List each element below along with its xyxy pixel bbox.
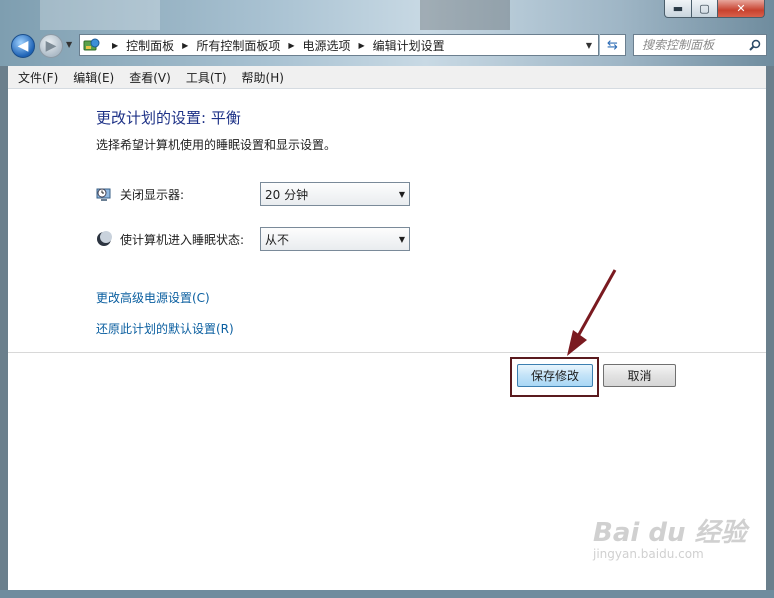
arrow-left-icon: ◀ [17,38,29,54]
watermark-logo: Bai du 经验 [593,518,747,548]
annotation-arrow [567,269,617,356]
display-off-select[interactable]: 20 分钟 ▼ [260,182,410,206]
sleep-label: 使计算机进入睡眠状态: [120,232,245,247]
save-button[interactable]: 保存修改 [517,364,593,387]
divider [8,352,766,353]
breadcrumb-separator[interactable]: ▶ [182,41,188,50]
background-blur [40,0,160,30]
back-button[interactable]: ◀ [11,34,35,58]
baidu-watermark: Bai du 经验 jingyan.baidu.com [593,512,747,561]
breadcrumb-all-items[interactable]: 所有控制面板项 [196,37,280,54]
breadcrumb-separator: ▶ [112,40,119,50]
menu-bar: 文件(F) 编辑(E) 查看(V) 工具(T) 帮助(H) [8,66,766,89]
breadcrumb-edit-plan[interactable]: 编辑计划设置 [373,37,445,54]
window-bottom-edge [0,590,774,598]
display-off-label: 关闭显示器: [120,187,185,202]
advanced-power-settings-link[interactable]: 更改高级电源设置(C) [96,289,210,306]
window-titlebar [0,0,774,66]
sleep-row: 使计算机进入睡眠状态: [96,227,255,251]
forward-button[interactable]: ▶ [39,34,63,58]
maximize-button[interactable]: ▢ [691,0,718,18]
address-dropdown-icon[interactable]: ▼ [586,41,592,50]
menu-view[interactable]: 查看(V) [124,69,176,86]
search-input[interactable] [640,37,748,53]
moon-icon [96,231,112,247]
refresh-button[interactable]: ⇆ [600,34,626,56]
recent-pages-dropdown[interactable]: ▼ [66,40,72,49]
address-bar[interactable]: ▶ 控制面板 ▶ 所有控制面板项 ▶ 电源选项 ▶ 编辑计划设置 ▼ [79,34,599,56]
sleep-select[interactable]: 从不 ▼ [260,227,410,251]
restore-defaults-link[interactable]: 还原此计划的默认设置(R) [96,320,234,337]
menu-edit[interactable]: 编辑(E) [68,69,119,86]
chevron-down-icon: ▼ [398,189,405,199]
breadcrumb-control-panel[interactable]: 控制面板 [126,37,174,54]
watermark-url: jingyan.baidu.com [593,547,704,561]
sleep-value: 从不 [265,232,290,247]
control-panel-icon [83,37,101,53]
monitor-clock-icon [96,186,112,202]
display-off-value: 20 分钟 [265,187,309,202]
page-title: 更改计划的设置: 平衡 [96,109,241,127]
main-content: 更改计划的设置: 平衡 选择希望计算机使用的睡眠设置和显示设置。 关闭显示器: … [8,89,766,590]
refresh-icon: ⇆ [607,37,618,53]
minimize-button[interactable]: ▬ [664,0,692,18]
breadcrumb-power-options[interactable]: 电源选项 [303,37,351,54]
menu-file[interactable]: 文件(F) [13,69,63,86]
background-blur [420,0,510,30]
breadcrumb-separator[interactable]: ▶ [288,41,294,50]
chevron-down-icon: ▼ [398,234,405,244]
display-off-row: 关闭显示器: [96,182,255,206]
search-icon[interactable] [749,39,761,51]
close-button[interactable]: ✕ [717,0,765,18]
page-subtitle: 选择希望计算机使用的睡眠设置和显示设置。 [96,138,337,152]
search-box[interactable] [633,34,767,56]
arrow-right-icon: ▶ [45,38,57,54]
cancel-button[interactable]: 取消 [603,364,676,387]
menu-tools[interactable]: 工具(T) [181,69,232,86]
breadcrumb-separator[interactable]: ▶ [359,41,365,50]
menu-help[interactable]: 帮助(H) [237,69,289,86]
